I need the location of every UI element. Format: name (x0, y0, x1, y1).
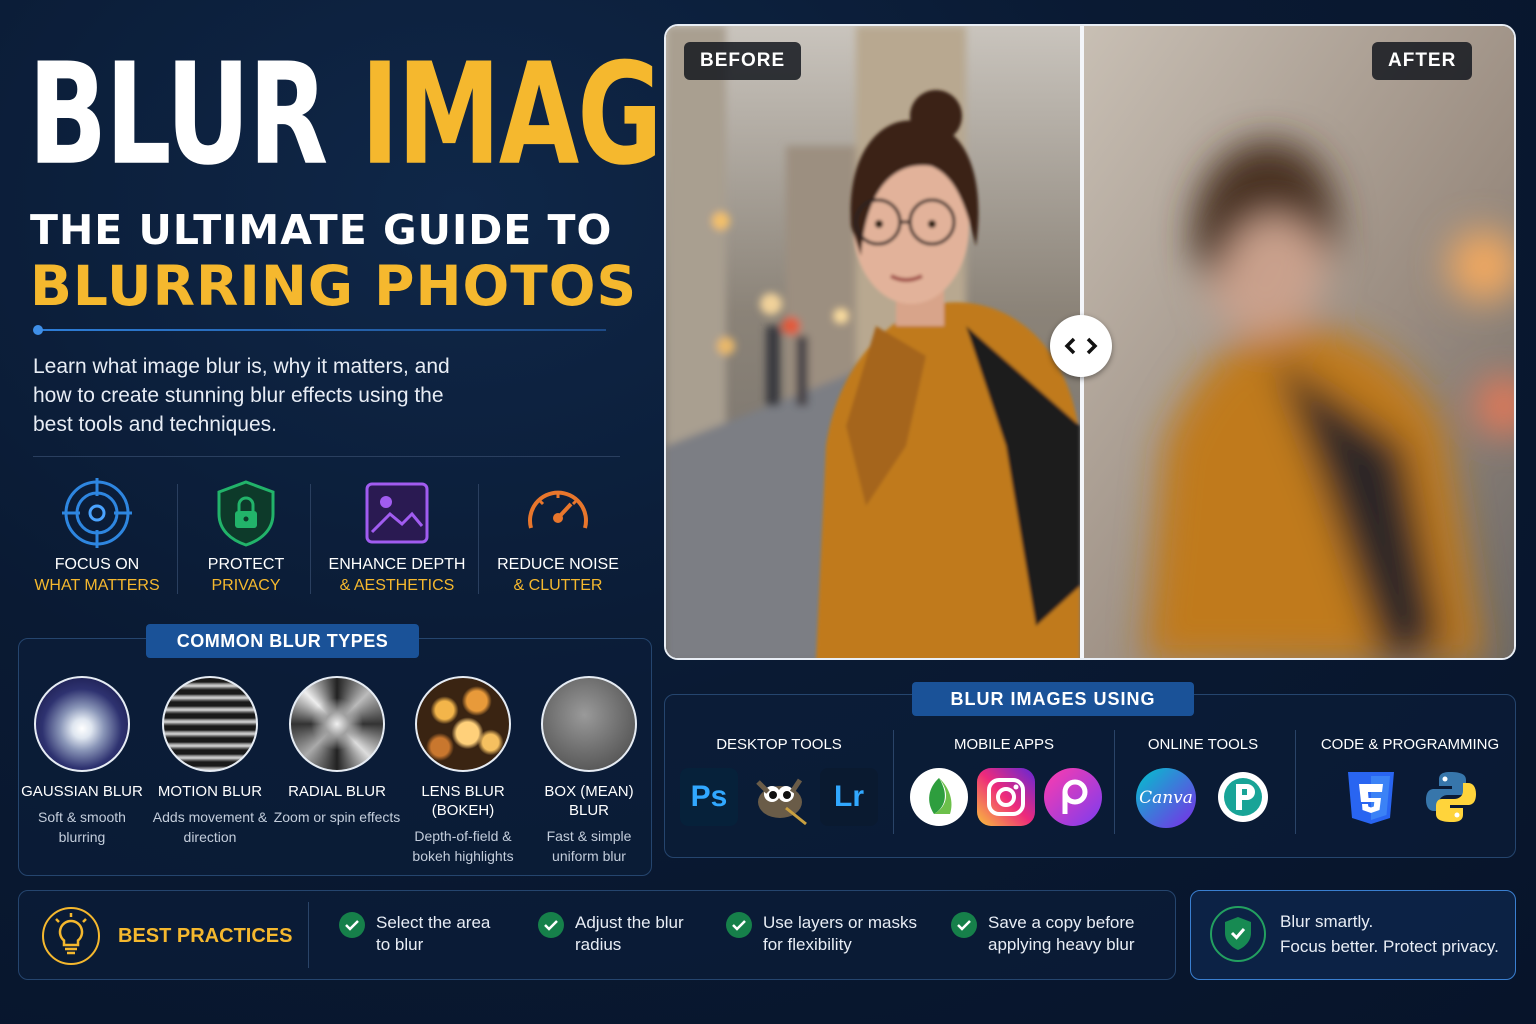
intro-text: Learn what image blur is, why it matters… (33, 355, 450, 436)
benefit-line-1: PROTECT (207, 556, 285, 573)
benefit-line-1: REDUCE NOISE (497, 556, 619, 573)
blur-type-box: BOX (MEAN) BLUR Fast & simple uniform bl… (524, 676, 654, 866)
best-practices-separator (308, 902, 309, 968)
best-practice-item: Save a copy before applying heavy blur (988, 912, 1134, 956)
benefit-line-2: WHAT MATTERS (34, 577, 160, 594)
tools-category-desktop: DESKTOP TOOLS (716, 736, 842, 753)
benefit-focus: FOCUS ON WHAT MATTERS (30, 478, 164, 595)
tools-separator (1114, 730, 1115, 834)
benefit-depth: ENHANCE DEPTH & AESTHETICS (322, 478, 472, 595)
instagram-icon[interactable] (977, 768, 1035, 826)
best-practice-item: Select the area to blur (376, 912, 490, 956)
best-practice-line-1: Use layers or masks (763, 913, 917, 932)
blur-type-desc: Adds movement & direction (152, 809, 268, 845)
best-practice-line-2: applying heavy blur (988, 935, 1135, 954)
tools-category-code: CODE & PROGRAMMING (1320, 736, 1500, 753)
benefit-line-2: PRIVACY (211, 577, 281, 594)
check-icon (951, 912, 977, 938)
before-badge: BEFORE (684, 42, 802, 80)
canva-icon[interactable]: Canva (1136, 768, 1196, 828)
tools-separator (1295, 730, 1296, 834)
main-title: BLUR IMAGE (28, 44, 732, 184)
before-photo (666, 26, 1080, 658)
image-icon (362, 478, 432, 548)
title-divider (34, 329, 606, 331)
python-icon[interactable] (1422, 768, 1480, 826)
before-after-comparison[interactable]: BEFORE AFTER (664, 24, 1516, 660)
benefit-line-1: FOCUS ON (54, 556, 140, 573)
subtitle-line-1: THE ULTIMATE GUIDE TO (30, 206, 613, 254)
shield-check-icon (1210, 906, 1266, 962)
tagline-line-2: Focus better. Protect privacy. (1280, 937, 1499, 956)
after-photo (1084, 26, 1514, 658)
snapseed-icon[interactable] (910, 768, 968, 826)
best-practice-line-2: radius (575, 935, 622, 954)
tools-separator (893, 730, 894, 834)
blur-type-name: MOTION BLUR (157, 783, 263, 800)
benefit-line-2: & CLUTTER (513, 577, 603, 594)
check-icon (538, 912, 564, 938)
blur-type-name: RADIAL BLUR (288, 783, 386, 800)
blur-type-name: BOX (MEAN) BLUR (544, 783, 634, 819)
lens-blur-sample (415, 676, 511, 772)
benefit-separator (177, 484, 178, 594)
blur-type-motion: MOTION BLUR Adds movement & direction (145, 676, 275, 847)
best-practice-line-2: to blur (376, 935, 424, 954)
blur-type-desc: Soft & smooth blurring (38, 809, 126, 845)
comparison-slider-handle[interactable] (1050, 315, 1112, 377)
tagline-line-1: Blur smartly. (1280, 912, 1374, 931)
blur-type-lens: LENS BLUR (BOKEH) Depth-of-field & bokeh… (398, 676, 528, 866)
benefit-line-1: ENHANCE DEPTH (328, 556, 466, 573)
title-divider-dot (33, 325, 43, 335)
blur-type-gaussian: GAUSSIAN BLUR Soft & smooth blurring (17, 676, 147, 847)
gaussian-blur-sample (34, 676, 130, 772)
tools-heading: BLUR IMAGES USING (912, 682, 1194, 716)
best-practice-item: Adjust the blur radius (575, 912, 684, 956)
best-practice-item: Use layers or masks for flexibility (763, 912, 917, 956)
benefit-separator (478, 484, 479, 594)
blur-type-radial: RADIAL BLUR Zoom or spin effects (272, 676, 402, 827)
box-blur-sample (541, 676, 637, 772)
best-practice-line-1: Save a copy before (988, 913, 1135, 932)
blur-type-name: LENS BLUR (BOKEH) (421, 783, 505, 819)
photopea-icon[interactable] (1214, 768, 1272, 826)
gimp-icon[interactable] (750, 768, 808, 826)
chevron-left-right-icon (1064, 337, 1098, 355)
gauge-icon (523, 478, 593, 548)
tools-category-mobile: MOBILE APPS (953, 736, 1055, 753)
blur-type-name: GAUSSIAN BLUR (21, 783, 143, 800)
title-word-blur: BLUR (28, 31, 328, 197)
blur-type-desc: Fast & simple uniform blur (546, 828, 632, 864)
picsart-icon[interactable] (1044, 768, 1102, 826)
target-icon (62, 478, 132, 548)
benefit-noise: REDUCE NOISE & CLUTTER (490, 478, 626, 595)
best-practice-line-2: for flexibility (763, 935, 852, 954)
check-icon (339, 912, 365, 938)
radial-blur-sample (289, 676, 385, 772)
best-practice-line-1: Adjust the blur (575, 913, 684, 932)
css3-icon[interactable] (1342, 768, 1400, 826)
check-icon (726, 912, 752, 938)
intro-divider (33, 456, 620, 457)
benefit-separator (310, 484, 311, 594)
photoshop-icon[interactable]: Ps (680, 768, 738, 826)
blur-type-desc: Zoom or spin effects (273, 809, 401, 825)
benefit-line-2: & AESTHETICS (339, 577, 455, 594)
benefit-privacy: PROTECT PRIVACY (190, 478, 302, 595)
lightroom-icon[interactable]: Lr (820, 768, 878, 826)
best-practice-line-1: Select the area (376, 913, 491, 932)
motion-blur-sample (162, 676, 258, 772)
after-badge: AFTER (1372, 42, 1473, 80)
tools-category-online: ONLINE TOOLS (1147, 736, 1259, 753)
lightbulb-icon (42, 907, 100, 965)
blur-types-heading: COMMON BLUR TYPES (146, 624, 419, 658)
best-practices-title: BEST PRACTICES (118, 925, 293, 947)
subtitle-line-2: BLURRING PHOTOS (30, 254, 638, 318)
lock-shield-icon (211, 478, 281, 548)
blur-type-desc: Depth-of-field & bokeh highlights (412, 828, 514, 864)
